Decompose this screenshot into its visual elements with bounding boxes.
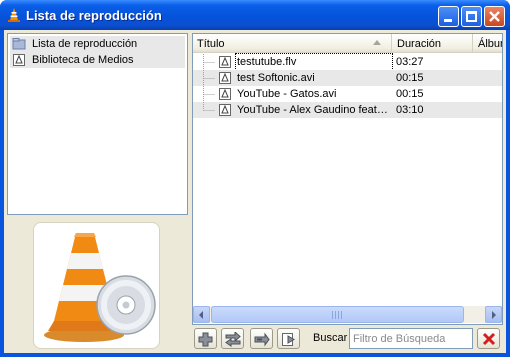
maximize-button[interactable] bbox=[461, 6, 482, 27]
source-tree: Lista de reproducción Biblioteca de Medi… bbox=[7, 33, 188, 215]
row-duration: 00:15 bbox=[396, 72, 424, 84]
media-library-icon bbox=[13, 54, 25, 66]
row-duration: 03:27 bbox=[396, 56, 424, 68]
sidebar-item-label: Biblioteca de Medios bbox=[32, 54, 134, 66]
minimize-icon bbox=[444, 19, 452, 22]
sidebar-item-playlist[interactable]: Lista de reproducción bbox=[10, 36, 185, 52]
scroll-left-button[interactable] bbox=[193, 306, 210, 323]
vlc-cone-artwork-icon bbox=[44, 233, 156, 342]
vlc-cone-icon bbox=[8, 8, 20, 22]
media-file-icon bbox=[219, 104, 231, 116]
tree-branch-line bbox=[203, 54, 215, 70]
sidebar-item-label: Lista de reproducción bbox=[32, 38, 138, 50]
scrollbar-thumb[interactable] bbox=[211, 306, 464, 323]
grip-icon bbox=[332, 311, 342, 319]
minimize-button[interactable] bbox=[438, 6, 459, 27]
clear-icon bbox=[482, 332, 496, 346]
row-title: test Softonic.avi bbox=[237, 72, 315, 84]
repeat-icon bbox=[254, 332, 270, 347]
tree-branch-line bbox=[203, 86, 215, 102]
title-bar[interactable]: Lista de reproducción bbox=[0, 0, 510, 30]
shuffle-icon bbox=[225, 332, 241, 347]
close-icon bbox=[489, 11, 500, 22]
sort-button[interactable] bbox=[277, 328, 300, 349]
table-row[interactable]: YouTube - Gatos.avi 00:15 bbox=[193, 86, 502, 102]
media-file-icon bbox=[219, 72, 231, 84]
tree-branch-line bbox=[203, 70, 215, 86]
column-header-title[interactable]: Título bbox=[193, 34, 392, 53]
horizontal-scrollbar[interactable] bbox=[193, 306, 502, 323]
column-header-album[interactable]: Álbum bbox=[474, 34, 502, 53]
playlist-icon bbox=[12, 38, 26, 50]
album-art-panel bbox=[33, 222, 160, 349]
add-button[interactable] bbox=[194, 328, 217, 349]
add-icon bbox=[198, 332, 213, 347]
search-input[interactable] bbox=[349, 328, 473, 349]
table-row[interactable]: YouTube - Alex Gaudino feat.... 03:10 bbox=[193, 102, 502, 118]
close-button[interactable] bbox=[484, 6, 505, 27]
column-header-duration[interactable]: Duración bbox=[393, 34, 473, 53]
arrow-left-icon bbox=[199, 311, 203, 319]
scroll-right-button[interactable] bbox=[485, 306, 502, 323]
playlist-window: Lista de reproducción Lista de reproducc… bbox=[0, 0, 510, 357]
media-file-icon bbox=[219, 56, 231, 68]
row-title: YouTube - Gatos.avi bbox=[237, 88, 337, 100]
row-duration: 03:10 bbox=[396, 104, 424, 116]
window-title: Lista de reproducción bbox=[26, 8, 162, 23]
arrow-right-icon bbox=[492, 311, 496, 319]
maximize-icon bbox=[466, 11, 477, 22]
row-title: testutube.flv bbox=[235, 53, 393, 71]
repeat-button[interactable] bbox=[250, 328, 273, 349]
search-label: Buscar bbox=[313, 332, 348, 344]
sidebar-item-media-library[interactable]: Biblioteca de Medios bbox=[10, 52, 185, 68]
row-title: YouTube - Alex Gaudino feat.... bbox=[237, 104, 389, 116]
window-client-area: Lista de reproducción Biblioteca de Medi… bbox=[4, 30, 506, 353]
tree-branch-line bbox=[203, 102, 215, 111]
row-duration: 00:15 bbox=[396, 88, 424, 100]
media-file-icon bbox=[219, 88, 231, 100]
sort-ascending-icon bbox=[373, 40, 381, 45]
shuffle-button[interactable] bbox=[221, 328, 244, 349]
table-header: Título Duración Álbum bbox=[193, 34, 502, 53]
table-row[interactable]: test Softonic.avi 00:15 bbox=[193, 70, 502, 86]
clear-search-button[interactable] bbox=[477, 328, 500, 349]
playlist-table[interactable]: Título Duración Álbum testutube.flv 03:2… bbox=[192, 33, 503, 325]
sort-icon bbox=[282, 333, 295, 346]
table-row[interactable]: testutube.flv 03:27 bbox=[193, 53, 502, 71]
